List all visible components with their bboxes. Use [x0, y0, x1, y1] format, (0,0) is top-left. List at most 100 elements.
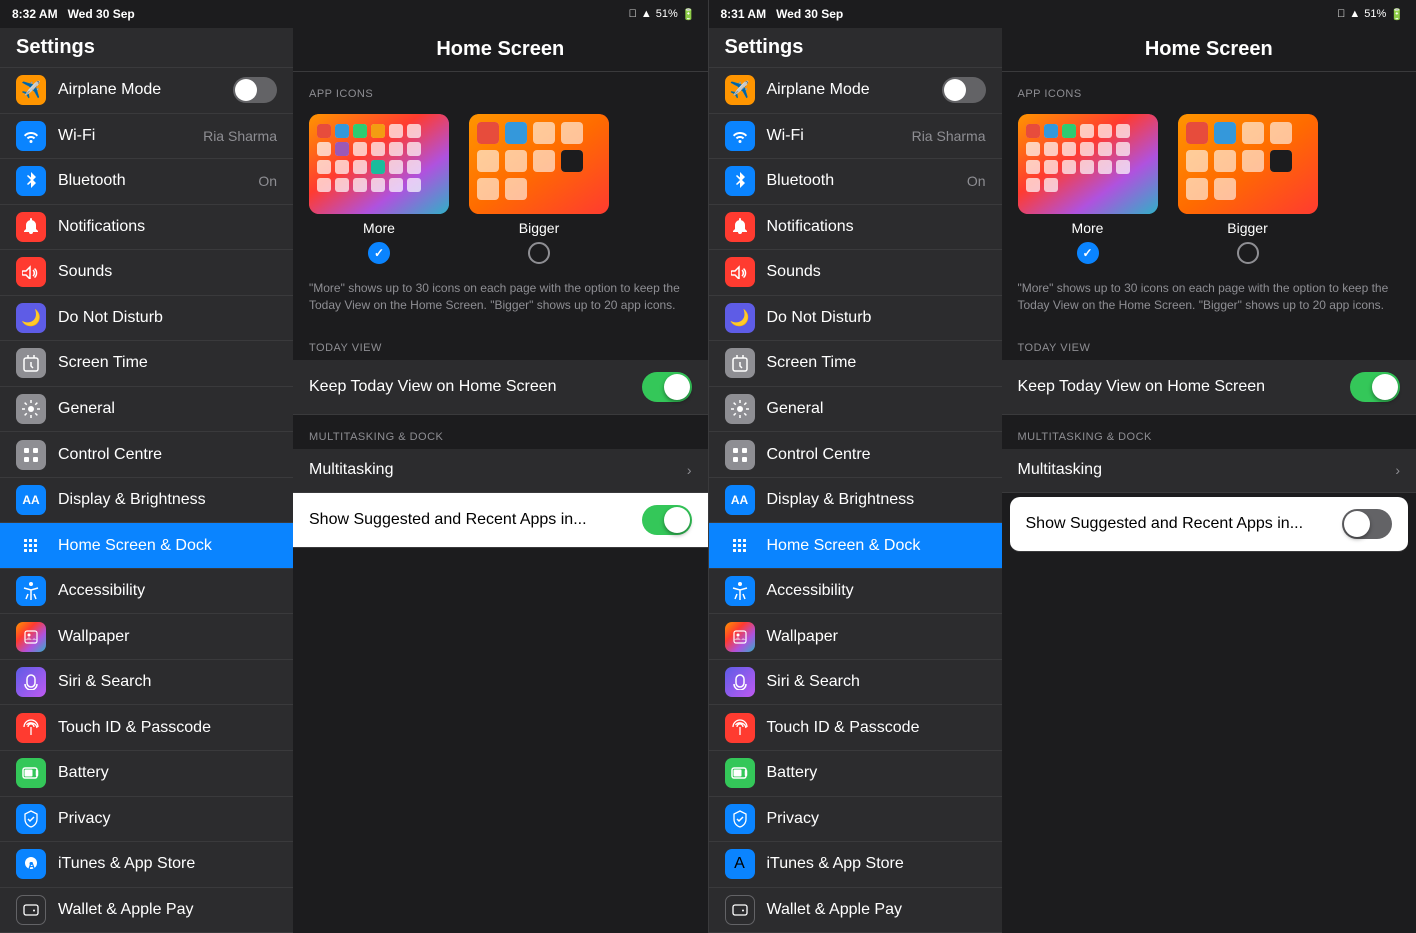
- airplane-mode-icon: ✈️: [16, 75, 46, 105]
- left-show-suggested-toggle[interactable]: [642, 505, 692, 535]
- right-more-radio[interactable]: [1077, 242, 1099, 264]
- sidebar-item-sounds[interactable]: Sounds: [0, 250, 293, 296]
- right-sidebar-item-accessibility[interactable]: Accessibility: [709, 569, 1002, 615]
- right-screen-time-icon: [725, 348, 755, 378]
- bluetooth-value: On: [258, 173, 277, 189]
- left-multitasking-label: MULTITASKING & DOCK: [293, 415, 708, 449]
- right-accessibility-label: Accessibility: [767, 582, 986, 600]
- right-do-not-disturb-icon: 🌙: [725, 303, 755, 333]
- airplane-mode-toggle[interactable]: [233, 77, 277, 103]
- sidebar-item-control-centre[interactable]: Control Centre: [0, 432, 293, 478]
- right-sidebar-item-home-screen[interactable]: Home Screen & Dock: [709, 523, 1002, 569]
- right-sidebar-item-wifi[interactable]: Wi-Fi Ria Sharma: [709, 114, 1002, 160]
- more-radio[interactable]: [368, 242, 390, 264]
- accessibility-icon: [16, 576, 46, 606]
- siri-icon: [16, 667, 46, 697]
- right-sidebar-item-wallpaper[interactable]: Wallpaper: [709, 614, 1002, 660]
- sidebar-item-touch-id[interactable]: Touch ID & Passcode: [0, 705, 293, 751]
- right-time: 8:31 AM Wed 30 Sep: [721, 7, 844, 21]
- right-airplane-mode-toggle[interactable]: [942, 77, 986, 103]
- left-status-bar: 8:32 AM Wed 30 Sep  ▲ 51% 🔋: [0, 0, 708, 28]
- right-sidebar-item-display-brightness[interactable]: AA Display & Brightness: [709, 478, 1002, 524]
- sidebar-item-battery[interactable]: Battery: [0, 751, 293, 797]
- right-bigger-option[interactable]: Bigger: [1178, 114, 1318, 264]
- right-more-label: More: [1072, 220, 1104, 236]
- left-show-suggested-row[interactable]: Show Suggested and Recent Apps in...: [293, 493, 708, 548]
- sidebar-item-screen-time[interactable]: Screen Time: [0, 341, 293, 387]
- right-sidebar-item-general[interactable]: General: [709, 387, 1002, 433]
- wifi-label: Wi-Fi: [58, 127, 203, 145]
- battery-percent: 51%: [656, 8, 678, 20]
- right-sidebar-item-siri-search[interactable]: Siri & Search: [709, 660, 1002, 706]
- sidebar-item-wallet[interactable]: Wallet & Apple Pay: [0, 888, 293, 933]
- general-icon: [16, 394, 46, 424]
- sidebar-item-bluetooth[interactable]: Bluetooth On: [0, 159, 293, 205]
- control-centre-label: Control Centre: [58, 446, 277, 464]
- right-home-screen-icon: [725, 531, 755, 561]
- right-show-suggested-toggle[interactable]: [1342, 509, 1392, 539]
- sidebar-item-wifi[interactable]: Wi-Fi Ria Sharma: [0, 114, 293, 160]
- battery-label: Battery: [58, 764, 277, 782]
- sidebar-item-siri-search[interactable]: Siri & Search: [0, 660, 293, 706]
- right-sidebar-item-touch-id[interactable]: Touch ID & Passcode: [709, 705, 1002, 751]
- sidebar-item-airplane-mode[interactable]: ✈️ Airplane Mode: [0, 68, 293, 114]
- right-sidebar-item-control-centre[interactable]: Control Centre: [709, 432, 1002, 478]
- left-app-icons-row: More: [293, 106, 708, 280]
- sidebar-item-display-brightness[interactable]: AA Display & Brightness: [0, 478, 293, 524]
- more-label: More: [363, 220, 395, 236]
- bluetooth-label: Bluetooth: [58, 172, 258, 190]
- right-sidebar-item-bluetooth[interactable]: Bluetooth On: [709, 159, 1002, 205]
- bigger-radio[interactable]: [528, 242, 550, 264]
- right-sidebar-item-battery[interactable]: Battery: [709, 751, 1002, 797]
- right-sidebar-item-do-not-disturb[interactable]: 🌙 Do Not Disturb: [709, 296, 1002, 342]
- right-bigger-label: Bigger: [1227, 220, 1267, 236]
- sidebar-item-itunes[interactable]: A iTunes & App Store: [0, 842, 293, 888]
- sounds-icon: [16, 257, 46, 287]
- right-more-option[interactable]: More: [1018, 114, 1158, 264]
- right-notifications-label: Notifications: [767, 218, 986, 236]
- right-sidebar-item-sounds[interactable]: Sounds: [709, 250, 1002, 296]
- touch-id-icon: [16, 713, 46, 743]
- sidebar-item-home-screen[interactable]: Home Screen & Dock: [0, 523, 293, 569]
- left-detail-title: Home Screen: [293, 28, 708, 72]
- sidebar-item-do-not-disturb[interactable]: 🌙 Do Not Disturb: [0, 296, 293, 342]
- left-keep-today-view-row[interactable]: Keep Today View on Home Screen: [293, 360, 708, 415]
- right-sidebar-item-airplane-mode[interactable]: ✈️ Airplane Mode: [709, 68, 1002, 114]
- bigger-option[interactable]: Bigger: [469, 114, 609, 264]
- right-sidebar-item-wallet[interactable]: Wallet & Apple Pay: [709, 888, 1002, 933]
- right-airplane-mode-label: Airplane Mode: [767, 81, 942, 99]
- right-display-brightness-label: Display & Brightness: [767, 491, 986, 509]
- right-bluetooth-label: Bluetooth: [767, 172, 967, 190]
- wallpaper-label: Wallpaper: [58, 628, 277, 646]
- left-keep-today-toggle[interactable]: [642, 372, 692, 402]
- sidebar-item-wallpaper[interactable]: Wallpaper: [0, 614, 293, 660]
- right-multitasking-chevron: ›: [1395, 462, 1400, 478]
- right-sidebar-item-screen-time[interactable]: Screen Time: [709, 341, 1002, 387]
- sidebar-item-accessibility[interactable]: Accessibility: [0, 569, 293, 615]
- right-bigger-radio[interactable]: [1237, 242, 1259, 264]
- right-battery-setting-icon: [725, 758, 755, 788]
- right-control-centre-icon: [725, 440, 755, 470]
- right-sidebar-item-notifications[interactable]: Notifications: [709, 205, 1002, 251]
- right-multitasking-row[interactable]: Multitasking ›: [1002, 449, 1416, 493]
- battery-icon: 🔋: [682, 8, 696, 21]
- more-option[interactable]: More: [309, 114, 449, 264]
- right-sidebar-item-itunes[interactable]: A iTunes & App Store: [709, 842, 1002, 888]
- right-keep-today-view-row[interactable]: Keep Today View on Home Screen: [1002, 360, 1416, 415]
- sidebar-item-privacy[interactable]: Privacy: [0, 797, 293, 843]
- sidebar-item-general[interactable]: General: [0, 387, 293, 433]
- screen-time-label: Screen Time: [58, 354, 277, 372]
- sidebar-item-notifications[interactable]: Notifications: [0, 205, 293, 251]
- right-wallet-label: Wallet & Apple Pay: [767, 901, 986, 919]
- left-main-row: Settings ✈️ Airplane Mode Wi-Fi Ria Shar…: [0, 28, 708, 933]
- right-show-suggested-row[interactable]: Show Suggested and Recent Apps in...: [1010, 497, 1409, 552]
- left-multitasking-row[interactable]: Multitasking ›: [293, 449, 708, 493]
- right-sidebar-item-privacy[interactable]: Privacy: [709, 797, 1002, 843]
- home-screen-icon: [16, 531, 46, 561]
- left-keep-today-label: Keep Today View on Home Screen: [309, 378, 642, 396]
- left-today-view-label: TODAY VIEW: [293, 326, 708, 360]
- right-keep-today-toggle[interactable]: [1350, 372, 1400, 402]
- right-sounds-icon: [725, 257, 755, 287]
- wifi-icon: : [629, 8, 637, 20]
- right-show-suggested-label: Show Suggested and Recent Apps in...: [1026, 515, 1343, 533]
